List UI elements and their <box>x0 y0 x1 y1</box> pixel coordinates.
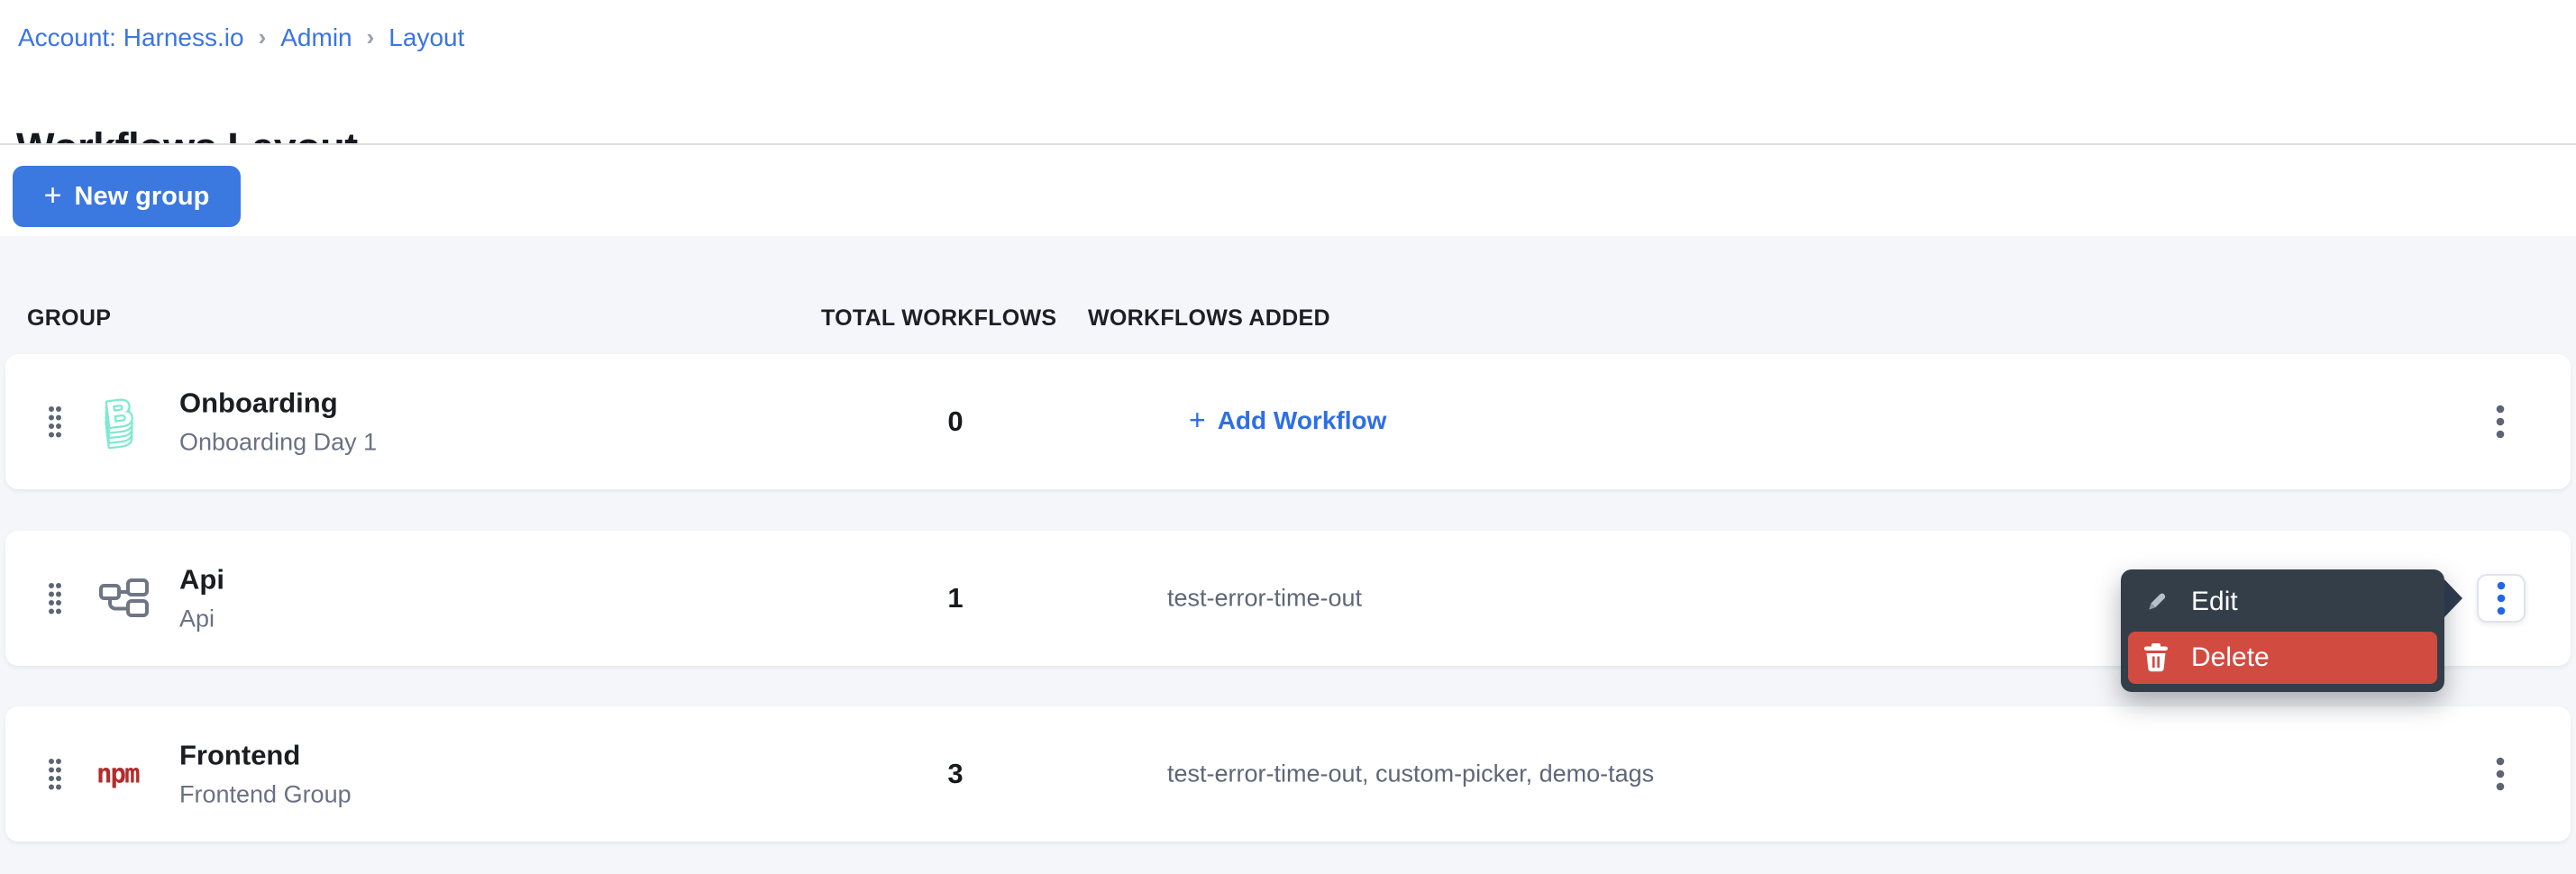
group-row-frontend: npm Frontend Frontend Group 3 test-error… <box>5 706 2571 842</box>
breadcrumb-link-layout[interactable]: Layout <box>388 23 464 52</box>
drag-handle-icon[interactable] <box>47 405 63 439</box>
kebab-menu-button[interactable] <box>2495 756 2506 792</box>
menu-item-edit[interactable]: Edit <box>2121 574 2444 630</box>
drag-handle-icon[interactable] <box>47 581 63 615</box>
svg-text:B: B <box>104 394 134 435</box>
group-description: Frontend Group <box>179 781 352 809</box>
workflows-added-text: test-error-time-out <box>1167 585 1362 613</box>
workflows-added-text: test-error-time-out, custom-picker, demo… <box>1167 760 1654 788</box>
column-header-group: GROUP <box>27 305 111 332</box>
kebab-menu-button[interactable] <box>2495 404 2506 440</box>
svg-text:npm: npm <box>96 760 140 788</box>
workflows-group-table: GROUP TOTAL WORKFLOWS WORKFLOWS ADDED B … <box>0 236 2576 874</box>
group-name: Onboarding <box>179 387 377 420</box>
new-group-button[interactable]: + New group <box>13 166 241 227</box>
group-name: Api <box>179 564 224 596</box>
breadcrumb-link-admin[interactable]: Admin <box>280 23 352 52</box>
context-menu: Edit Delete <box>2121 569 2444 692</box>
total-workflows-count: 3 <box>860 758 1051 790</box>
menu-item-delete[interactable]: Delete <box>2128 632 2437 684</box>
column-header-workflows-added: WORKFLOWS ADDED <box>1088 305 1330 332</box>
pencil-icon <box>2141 587 2171 616</box>
breadcrumb-link-account[interactable]: Account: Harness.io <box>18 23 244 52</box>
add-workflow-label: Add Workflow <box>1218 406 1387 435</box>
delete-label: Delete <box>2191 642 2270 673</box>
npm-logo: npm <box>96 760 151 788</box>
edit-label: Edit <box>2191 587 2238 617</box>
group-name: Frontend <box>179 740 352 772</box>
column-header-total-workflows: TOTAL WORKFLOWS <box>821 305 1056 332</box>
kebab-icon <box>2497 580 2506 616</box>
group-row-onboarding: B B B B B Onboarding Onboarding Day 1 0 … <box>5 354 2571 489</box>
new-group-label: New group <box>75 182 210 212</box>
onboarding-group-logo: B B B B B <box>96 394 151 450</box>
toolbar: + New group <box>0 145 2576 236</box>
kebab-menu-button-active[interactable] <box>2477 574 2526 623</box>
chevron-right-icon: › <box>367 23 375 51</box>
total-workflows-count: 0 <box>860 405 1051 438</box>
plus-icon: + <box>44 180 62 211</box>
breadcrumb: Account: Harness.io › Admin › Layout <box>18 23 464 52</box>
trash-icon <box>2141 643 2171 672</box>
plus-icon: + <box>1189 405 1206 434</box>
kebab-icon <box>2496 404 2505 440</box>
kebab-icon <box>2496 756 2505 792</box>
group-description: Api <box>179 605 224 633</box>
context-menu-arrow <box>2444 579 2462 617</box>
group-description: Onboarding Day 1 <box>179 429 377 457</box>
add-workflow-link[interactable]: + Add Workflow <box>1189 406 1386 435</box>
chevron-right-icon: › <box>259 23 267 51</box>
total-workflows-count: 1 <box>860 582 1051 615</box>
drag-handle-icon[interactable] <box>47 757 63 791</box>
workflow-tree-icon <box>96 577 151 620</box>
